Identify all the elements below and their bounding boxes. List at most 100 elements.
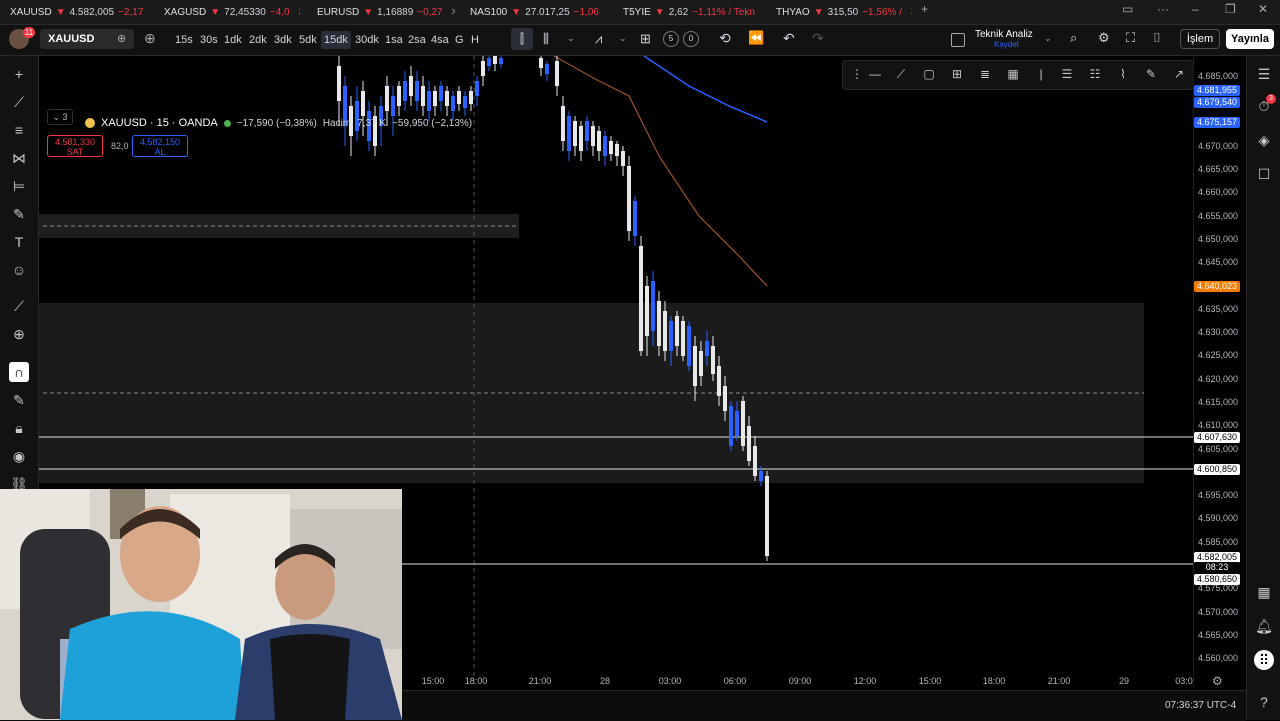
search-icon[interactable]: ⌕ <box>1070 30 1077 46</box>
close-icon[interactable]: ✕ <box>451 7 455 18</box>
interval-1dk[interactable]: 1dk <box>224 31 242 49</box>
fullscreen-icon[interactable]: ⛶ <box>1126 30 1135 46</box>
chevron-down-icon[interactable]: ⌄ <box>619 33 627 44</box>
calendar-icon[interactable]: ▦ <box>1254 582 1274 602</box>
candles-icon[interactable]: ⫿ <box>511 28 533 50</box>
counter-b[interactable]: 0 <box>683 31 699 47</box>
interval-2dk[interactable]: 2dk <box>249 31 267 49</box>
layout-name[interactable]: Teknik Analiz <box>975 29 1033 40</box>
tab-xagusd[interactable]: XAGUSD ▼ 72,45330 −4,0 ✕ <box>160 0 300 24</box>
alert-icon[interactable]: ⟲ <box>719 30 731 47</box>
forecast-icon[interactable]: ⊨ <box>9 176 29 196</box>
trade-button[interactable]: İşlem <box>1180 29 1220 49</box>
brush-icon[interactable]: ✎ <box>9 204 29 224</box>
close-icon[interactable]: ✕ <box>298 7 300 18</box>
magnet-icon[interactable]: ∩ <box>9 362 29 382</box>
interval-30s[interactable]: 30s <box>200 31 218 49</box>
fib-retracement-icon[interactable]: ≣ <box>977 66 993 82</box>
undo-icon[interactable]: ↶ <box>783 30 795 47</box>
interval-5dk[interactable]: 5dk <box>299 31 317 49</box>
crosshair-icon[interactable]: + <box>9 64 29 84</box>
minimize-icon[interactable]: – <box>1192 2 1199 16</box>
close-icon[interactable]: ✕ <box>607 7 608 18</box>
indicators-icon[interactable]: ⩘ <box>595 31 602 47</box>
new-tab-icon[interactable]: + <box>921 2 928 16</box>
replay-icon[interactable]: ⏪ <box>748 30 764 46</box>
arrow-icon[interactable]: ↗ <box>1171 66 1187 82</box>
horizontal-line-icon[interactable]: — <box>867 66 883 82</box>
interval-g[interactable]: G <box>455 31 464 49</box>
grip-icon[interactable]: ⋮ <box>849 66 865 82</box>
lock-icon[interactable]: 🔒︎ <box>9 418 29 438</box>
ruler-icon[interactable]: ⟋ <box>9 296 29 316</box>
chevron-down-icon[interactable]: ⌄ <box>1044 33 1052 44</box>
axis-settings-icon[interactable]: ⚙ <box>1212 674 1223 688</box>
camera-icon[interactable]: ⌷ <box>1153 30 1161 46</box>
position-icon[interactable]: ⊞ <box>949 66 965 82</box>
eye-icon[interactable]: ◉ <box>9 446 29 466</box>
redo-icon[interactable]: ↷ <box>812 30 824 47</box>
close-window-icon[interactable]: ✕ <box>1258 2 1268 16</box>
path-icon[interactable]: ⌇ <box>1115 66 1131 82</box>
trend-line-icon[interactable]: ⟋ <box>9 92 29 112</box>
interval-15dk[interactable]: 15dk <box>321 31 351 49</box>
price-label: 4.660,000 <box>1198 187 1239 197</box>
desktop-icon[interactable]: ▭ <box>1122 2 1133 16</box>
tab-nas100[interactable]: NAS100 ▼ 27.017,25 −1,06 ✕ <box>466 0 608 24</box>
layers-icon[interactable]: ◈ <box>1254 130 1274 150</box>
tab-xauusd[interactable]: XAUUSD ▼ 4.582,005 −2,17 ✕ <box>6 0 146 24</box>
counter-a[interactable]: 5 <box>663 31 679 47</box>
candle-body <box>439 86 443 101</box>
text-icon[interactable]: T <box>9 232 29 252</box>
interval-4sa[interactable]: 4sa <box>431 31 449 49</box>
chat-icon[interactable]: ☐ <box>1254 164 1274 184</box>
vertical-line-icon[interactable]: | <box>1033 66 1049 82</box>
regression-icon[interactable]: ☷ <box>1087 66 1103 82</box>
fib-icon[interactable]: ≡ <box>9 120 29 140</box>
rectangle-icon[interactable]: ▢ <box>921 66 937 82</box>
interval-h[interactable]: H <box>471 31 479 49</box>
layout-icon[interactable] <box>951 33 965 47</box>
collapse-indicators-button[interactable]: ⌄ 3 <box>47 109 73 125</box>
gear-icon[interactable]: ⚙ <box>1098 30 1110 46</box>
notifications-icon[interactable]: 🔔︎ <box>1254 616 1274 636</box>
zoom-icon[interactable]: ⊕ <box>9 324 29 344</box>
tab-symbol: XAGUSD <box>164 6 207 18</box>
interval-2sa[interactable]: 2sa <box>408 31 426 49</box>
tab-symbol: THYAO <box>776 6 810 18</box>
watchlist-icon[interactable]: ☰ <box>1254 64 1274 84</box>
interval-1sa[interactable]: 1sa <box>385 31 403 49</box>
pattern-icon[interactable]: ⋈ <box>9 148 29 168</box>
clock[interactable]: 07:36:37 UTC-4 <box>1165 700 1236 711</box>
interval-30dk[interactable]: 30dk <box>355 31 379 49</box>
more-icon[interactable]: ··· <box>1157 2 1169 16</box>
help-icon[interactable]: ? <box>1254 692 1274 712</box>
restore-icon[interactable]: ❐ <box>1225 2 1236 16</box>
trend-line-icon[interactable]: ⟋ <box>893 66 909 82</box>
add-symbol-icon[interactable]: ⊕ <box>144 30 156 47</box>
buy-button[interactable]: 4.582,150 AL <box>132 135 188 157</box>
stay-drawing-icon[interactable]: ✎ <box>9 390 29 410</box>
candle-body <box>723 386 727 411</box>
brush-icon[interactable]: ✎ <box>1143 66 1159 82</box>
candle-body <box>573 121 577 146</box>
close-icon[interactable]: ✕ <box>910 7 912 18</box>
price-axis[interactable]: 4.685,000 4.670,000 4.665,000 4.660,000 … <box>1193 56 1246 688</box>
tab-thyao[interactable]: THYAO ▼ 315,50 −1,56% / ✕ <box>772 0 912 24</box>
compare-icon[interactable]: ⊕ <box>117 32 126 45</box>
apps-icon[interactable]: ⠿ <box>1254 650 1274 670</box>
legend-title[interactable]: XAUUSD · 15 · OANDA <box>101 117 218 129</box>
ma-orange-line <box>553 56 768 287</box>
sell-button[interactable]: 4.581,330 SAT <box>47 135 103 157</box>
chevron-down-icon[interactable]: ⌄ <box>567 33 575 44</box>
emoji-icon[interactable]: ☺ <box>9 260 29 280</box>
interval-15s[interactable]: 15s <box>175 31 193 49</box>
interval-3dk[interactable]: 3dk <box>274 31 292 49</box>
tab-t5yie[interactable]: T5YIE ▼ 2,62 −1,11% / Tekn ✕ <box>619 0 761 24</box>
publish-button[interactable]: Yayınla <box>1226 29 1274 49</box>
templates-icon[interactable]: ⊞ <box>640 31 651 47</box>
grid-icon[interactable]: ▦ <box>1005 66 1021 82</box>
tab-eurusd[interactable]: EURUSD ▼ 1,16889 −0,27 ✕ <box>313 0 455 24</box>
bar-style-icon[interactable]: ⫼ <box>543 31 549 47</box>
parallel-channel-icon[interactable]: ☰ <box>1059 66 1075 82</box>
